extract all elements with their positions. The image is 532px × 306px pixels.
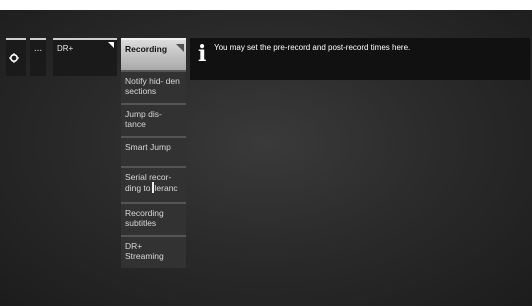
menu-item-notify-hidden-sections[interactable]: Notify hid- den sections xyxy=(121,70,186,103)
menu-item-serial-recording-tolerance[interactable]: Serial recor- ding to leranc xyxy=(121,166,186,202)
settings-tile[interactable] xyxy=(6,38,26,76)
menu-item-label: DR+ Streaming xyxy=(125,241,164,261)
corner-marker-icon xyxy=(176,44,184,52)
drplus-tile[interactable]: DR+ xyxy=(53,38,117,76)
more-tile[interactable]: ... xyxy=(30,38,46,76)
gear-icon xyxy=(9,53,19,63)
menu-item-jump-distance[interactable]: Jump dis- tance xyxy=(121,103,186,136)
menu-item-recording[interactable]: Recording xyxy=(121,38,186,70)
tv-settings-screen: ... DR+ Recording Notify hid- den sectio… xyxy=(0,10,532,306)
menu-item-label: Recording xyxy=(125,44,168,54)
menu-item-label-part-b: leranc xyxy=(154,183,178,193)
text-cursor xyxy=(151,182,154,193)
menu-item-smart-jump[interactable]: Smart Jump xyxy=(121,136,186,166)
more-label: ... xyxy=(33,43,43,54)
info-icon: i xyxy=(198,41,207,67)
info-text: You may set the pre-record and post-reco… xyxy=(214,43,411,52)
corner-marker-icon xyxy=(108,42,114,48)
drplus-label: DR+ xyxy=(57,44,74,53)
menu-item-drplus-streaming[interactable]: DR+ Streaming xyxy=(121,235,186,268)
menu-item-label: Jump dis- tance xyxy=(125,109,162,129)
menu-item-label: Smart Jump xyxy=(125,142,171,152)
recording-submenu: Recording Notify hid- den sections Jump … xyxy=(121,38,186,268)
menu-item-label: Notify hid- den sections xyxy=(125,76,180,96)
info-panel: i You may set the pre-record and post-re… xyxy=(190,38,530,80)
menu-item-recording-subtitles[interactable]: Recording subtitles xyxy=(121,202,186,235)
menu-item-label: Recording subtitles xyxy=(125,208,164,228)
